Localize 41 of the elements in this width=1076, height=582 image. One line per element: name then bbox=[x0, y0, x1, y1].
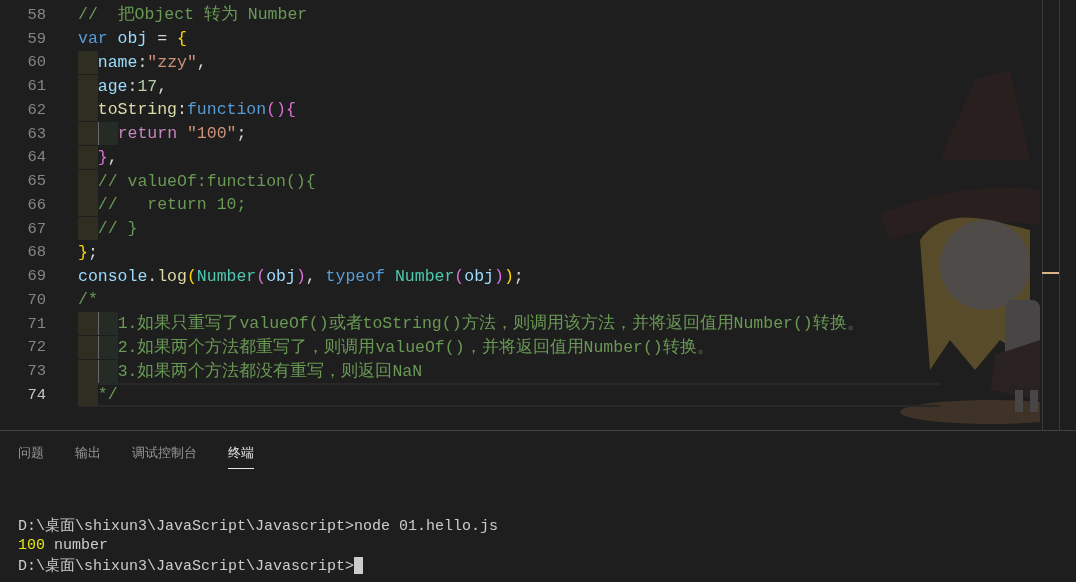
line-number: 59 bbox=[26, 29, 46, 48]
line-number: 64 bbox=[26, 148, 46, 167]
line-number: 70 bbox=[26, 290, 46, 309]
line-number: 66 bbox=[26, 195, 46, 214]
line-number: 69 bbox=[26, 267, 46, 286]
code-line: 2.如果两个方法都重写了，则调用valueOf()，并将返回值用Number()转换。 bbox=[78, 335, 714, 359]
code-line: // 把Object 转为 Number bbox=[78, 4, 308, 27]
line-number: 63 bbox=[26, 124, 46, 143]
code-line: 3.如果两个方法都没有重写，则返回NaN bbox=[78, 359, 423, 383]
line-number: 67 bbox=[26, 219, 46, 238]
code-line: age:17, bbox=[78, 74, 168, 98]
code-line: // valueOf:function(){ bbox=[78, 169, 316, 193]
code-line: 1.如果只重写了valueOf()或者toString()方法，则调用该方法，并将返回值用Number()转换。 bbox=[78, 312, 864, 336]
terminal-line: D:\桌面\shixun3\JavaScript\Javascript>node 01.hello.js bbox=[18, 516, 499, 535]
code-line: */ bbox=[78, 383, 118, 407]
overview-ruler-marker bbox=[1042, 272, 1059, 274]
code-line: // } bbox=[78, 217, 138, 241]
code-line: }; bbox=[78, 241, 98, 264]
line-number: 58 bbox=[26, 5, 46, 24]
line-number: 62 bbox=[26, 100, 46, 119]
line-number: 74 bbox=[26, 385, 46, 404]
code-line: /* bbox=[78, 289, 98, 312]
code-line: toString:function(){ bbox=[78, 98, 296, 122]
panel-tab[interactable]: 输出 bbox=[75, 441, 101, 469]
line-number: 72 bbox=[26, 338, 46, 357]
terminal-line: 100 number bbox=[18, 536, 109, 554]
code-line: return "100"; bbox=[78, 122, 247, 146]
line-number: 73 bbox=[26, 362, 46, 381]
terminal-line: D:\桌面\shixun3\JavaScript\Javascript> bbox=[18, 556, 355, 575]
code-line: // return 10; bbox=[78, 193, 247, 217]
code-line: console.log(Number(obj), typeof Number(obj)); bbox=[78, 265, 524, 288]
line-number: 65 bbox=[26, 172, 46, 191]
panel-tab[interactable]: 终端 bbox=[228, 441, 254, 469]
code-line: name:"zzy", bbox=[78, 50, 207, 74]
line-number: 68 bbox=[26, 243, 46, 262]
line-number: 60 bbox=[26, 53, 46, 72]
line-number: 61 bbox=[26, 77, 46, 96]
panel-tab[interactable]: 问题 bbox=[18, 441, 44, 469]
line-number: 71 bbox=[26, 314, 46, 333]
code-line: var obj = { bbox=[78, 28, 187, 51]
panel-tab[interactable]: 调试控制台 bbox=[132, 441, 197, 469]
